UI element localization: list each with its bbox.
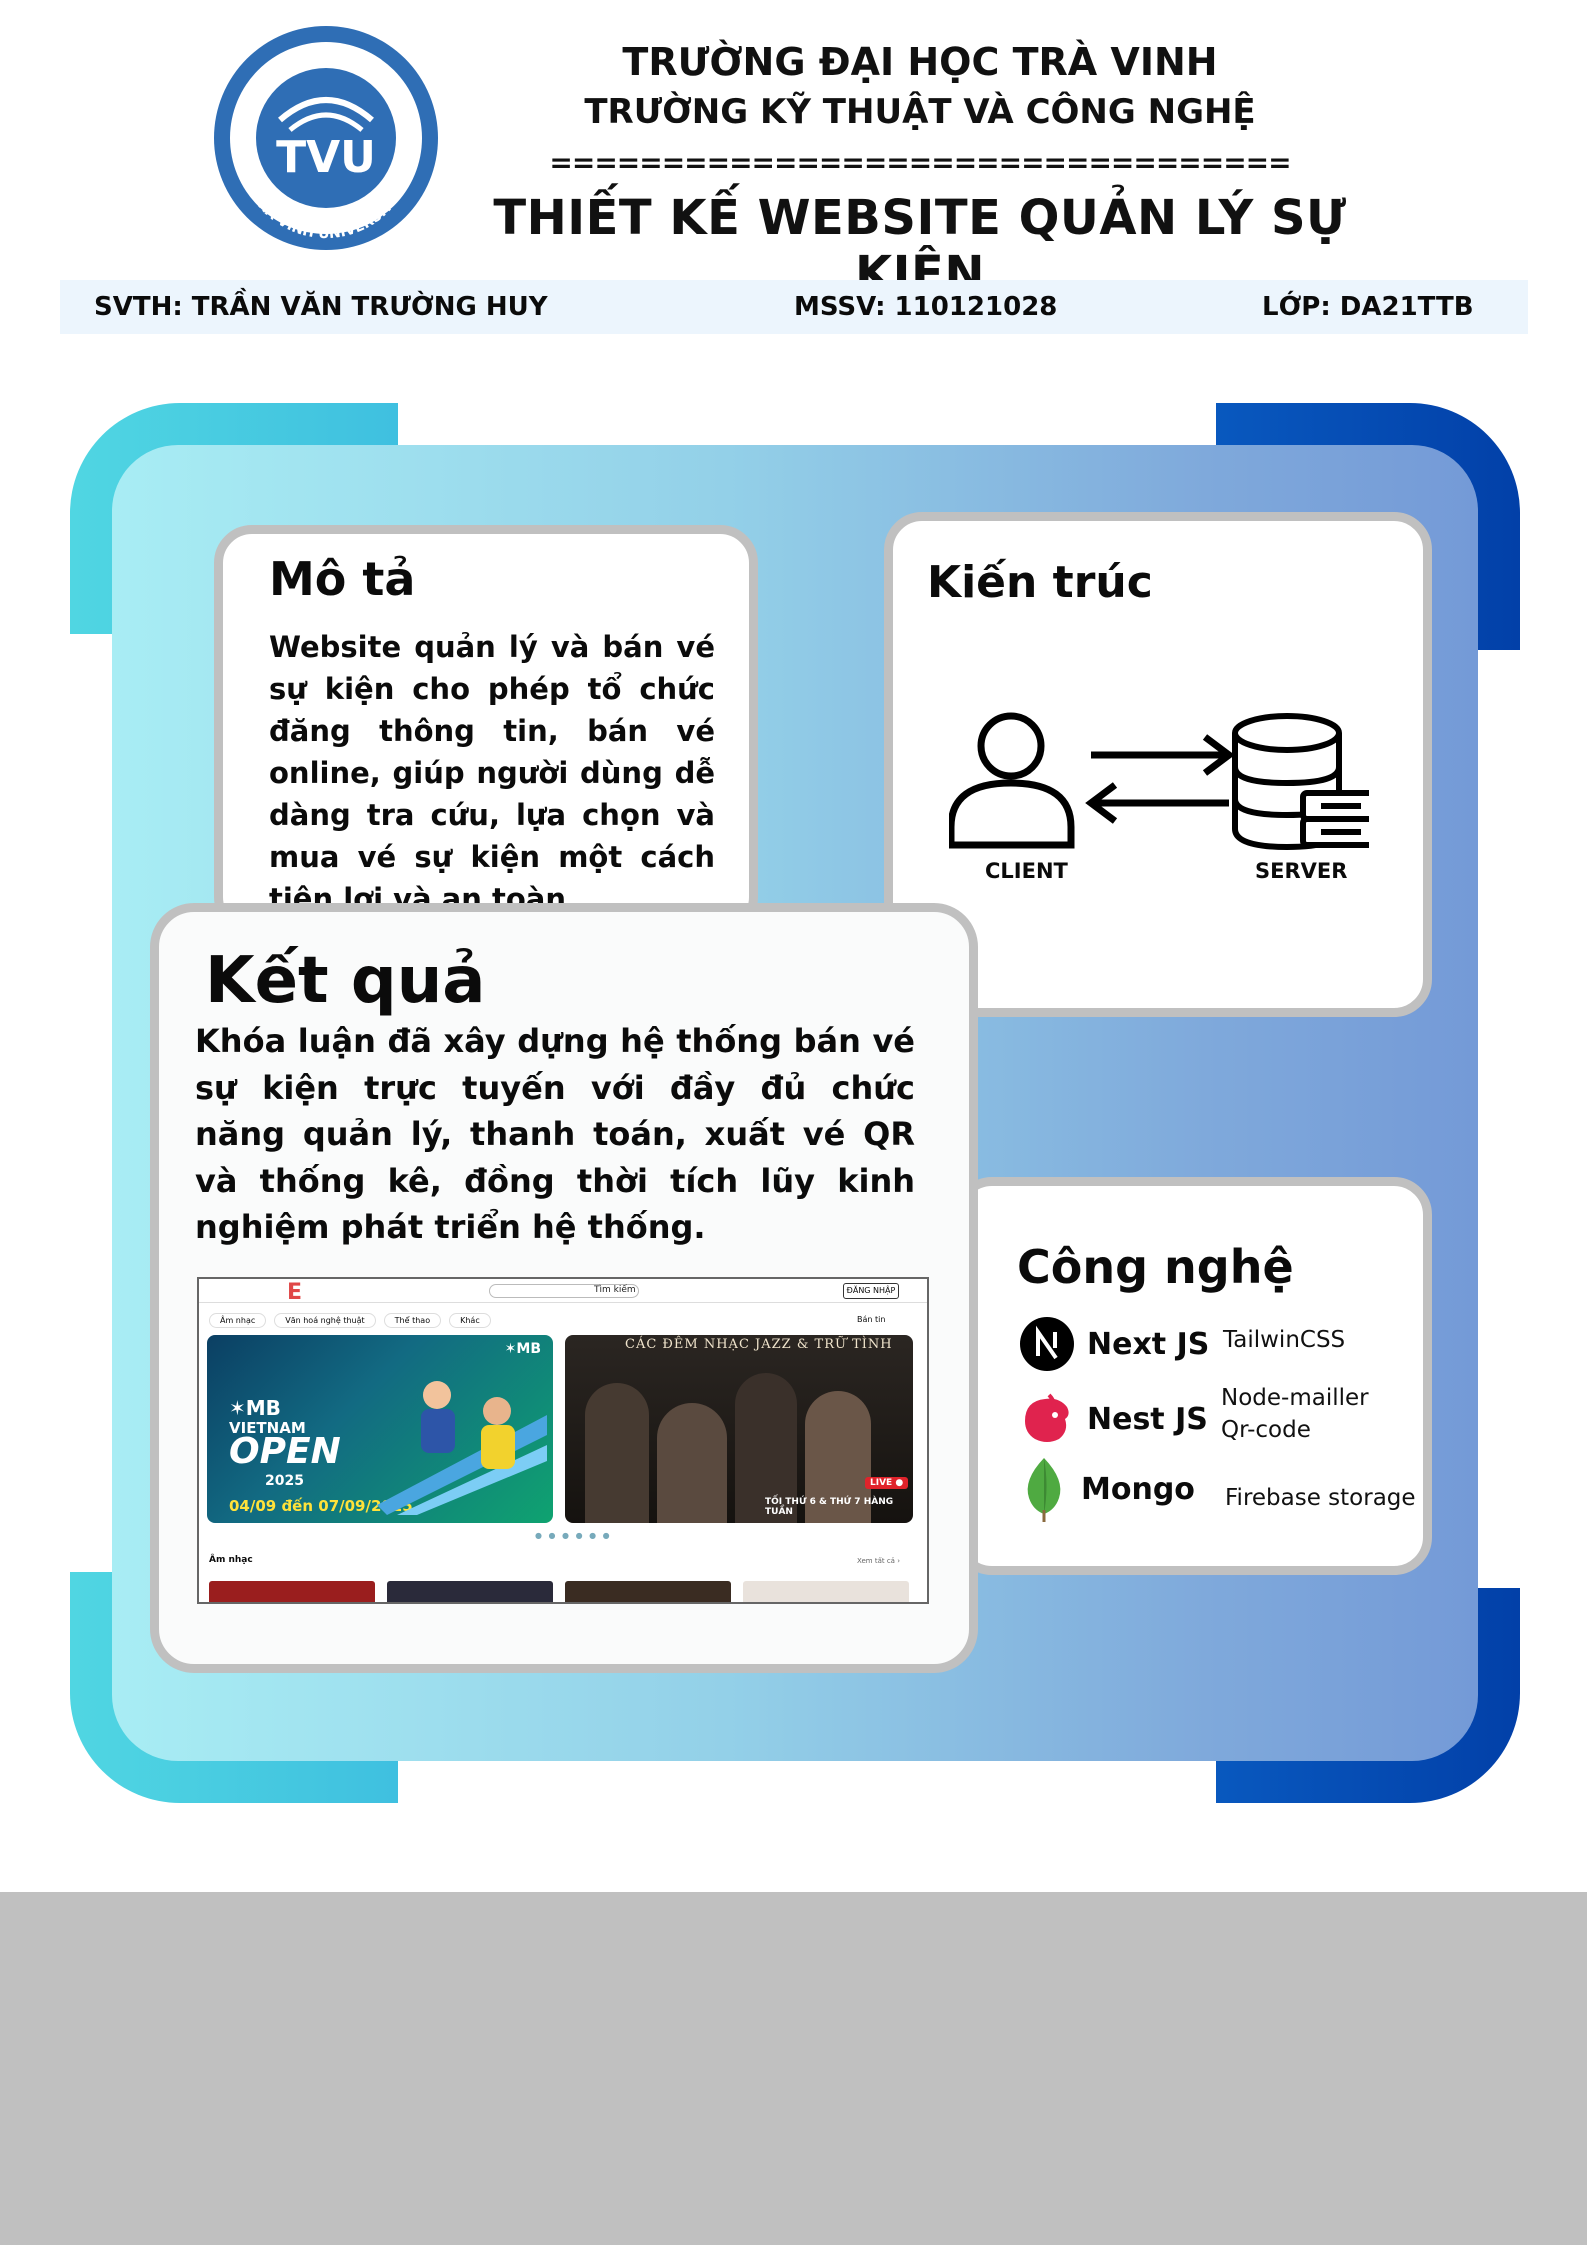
student-id: MSSV: 110121028: [794, 292, 1058, 322]
banner-year: 2025: [265, 1473, 304, 1489]
description-text: Website quản lý và bán vé sự kiện cho ph…: [269, 630, 715, 916]
architecture-diagram: [949, 712, 1369, 851]
logo-mark: TVU: [276, 132, 376, 183]
result-text: Khóa luận đã xây dựng hệ thống bán vé sự…: [195, 1022, 915, 1246]
banner-live-badge: LIVE ●: [865, 1477, 909, 1489]
banner-jazz-subtitle: TỐI THỨ 6 & THỨ 7 HÀNG TUẦN: [765, 1497, 894, 1517]
tech-name-nextjs: Next JS: [1087, 1326, 1210, 1362]
banner-players-illustration: [377, 1381, 547, 1515]
website-screenshot: E Tìm kiếm ĐĂNG NHẬP Âm nhạc Văn hoá ngh…: [197, 1277, 929, 1604]
technology-card: Công nghệ Next JS TailwinCSS Nest JS Nod…: [954, 1177, 1432, 1575]
screenshot-thumbnail: [565, 1581, 731, 1602]
banner-headline: OPEN: [229, 1431, 341, 1472]
architecture-title: Kiến trúc: [927, 557, 1153, 608]
screenshot-category: Thể thao: [383, 1313, 442, 1328]
screenshot-logo: E: [287, 1280, 303, 1305]
description-card: Mô tả Website quản lý và bán vé sự kiện …: [214, 525, 758, 935]
screenshot-banner-jazz: CÁC ĐÊM NHẠC JAZZ & TRỮ TÌNH LIVE ● TỐI …: [565, 1335, 913, 1523]
class-code: LỚP: DA21TTB: [1262, 292, 1474, 322]
tech-item-nestjs: Nest JS: [1019, 1391, 1208, 1447]
tech-extra-nestjs: Node-mailler Qr-code: [1221, 1385, 1369, 1443]
user-icon: [949, 712, 1075, 849]
frame-gap: [398, 403, 1216, 445]
screenshot-right-link: Bán tin: [857, 1315, 886, 1324]
server-label: SERVER: [1255, 859, 1348, 883]
screenshot-category: Văn hoá nghệ thuật: [274, 1313, 376, 1328]
header-separator: =================================: [549, 146, 1291, 179]
tech-name-mongo: Mongo: [1081, 1471, 1195, 1507]
nestjs-icon: [1025, 1393, 1069, 1442]
screenshot-category: Âm nhạc: [209, 1313, 267, 1328]
client-label: CLIENT: [985, 859, 1068, 883]
student-info-bar: SVTH: TRẦN VĂN TRƯỜNG HUY MSSV: 11012102…: [60, 280, 1528, 334]
frame-gap: [1478, 650, 1520, 1588]
carousel-dots: ● ● ● ● ● ●: [535, 1531, 612, 1540]
result-title: Kết quả: [205, 944, 486, 1018]
student-name: SVTH: TRẦN VĂN TRƯỜNG HUY: [94, 292, 548, 322]
arrow-right-icon: [1091, 734, 1235, 776]
screenshot-category: Khác: [449, 1313, 491, 1328]
school-name: TRƯỜNG KỸ THUẬT VÀ CÔNG NGHỆ: [584, 92, 1256, 132]
screenshot-category-tabs: Âm nhạc Văn hoá nghệ thuật Thể thao Khác: [209, 1313, 491, 1328]
frame-gap: [70, 634, 112, 1572]
screenshot-search-label: Tìm kiếm: [594, 1285, 636, 1295]
banner-line1: ✶MB: [229, 1396, 281, 1420]
banner-figure: [585, 1383, 649, 1523]
university-logo: TRƯỜNG ĐẠI HỌC TRÀ VINH TRA VINH UNIVERS…: [214, 26, 438, 250]
tech-extra-mongo: Firebase storage: [1225, 1485, 1416, 1511]
arrow-left-icon: [1085, 782, 1229, 824]
banner-jazz-title: CÁC ĐÊM NHẠC JAZZ & TRỮ TÌNH: [625, 1337, 893, 1352]
screenshot-section-more: Xem tất cả ›: [857, 1557, 900, 1565]
screenshot-login-button: ĐĂNG NHẬP: [843, 1283, 899, 1299]
frame-gap: [398, 1761, 1216, 1803]
screenshot-thumbnail: [743, 1581, 909, 1602]
banner-figure: [657, 1403, 727, 1523]
description-title: Mô tả: [269, 552, 416, 606]
tech-name-nestjs: Nest JS: [1087, 1401, 1208, 1437]
tech-item-nextjs: Next JS: [1019, 1316, 1209, 1372]
university-name: TRƯỜNG ĐẠI HỌC TRÀ VINH: [622, 40, 1218, 84]
tech-item-mongo: Mongo: [1019, 1456, 1195, 1522]
screenshot-thumbnail: [209, 1581, 375, 1602]
banner-title: ✶MB: [229, 1397, 281, 1419]
result-card: Kết quả Khóa luận đã xây dựng hệ thống b…: [150, 903, 978, 1673]
nextjs-icon: [1020, 1317, 1074, 1371]
technology-title: Công nghệ: [1017, 1240, 1294, 1294]
database-server-icon: [1232, 713, 1369, 851]
tech-extra-nextjs: TailwinCSS: [1223, 1327, 1346, 1353]
footer-band: [0, 1892, 1587, 2245]
screenshot-section-label: Âm nhạc: [209, 1555, 253, 1565]
screenshot-thumbnail: [387, 1581, 553, 1602]
mongodb-leaf-icon: [1027, 1458, 1061, 1522]
screenshot-banner-badminton: ✶MB ✶MB VIETNAM OPEN 2025 04/09 đến 07/0…: [207, 1335, 553, 1523]
screenshot-navbar: E Tìm kiếm ĐĂNG NHẬP: [199, 1279, 927, 1305]
